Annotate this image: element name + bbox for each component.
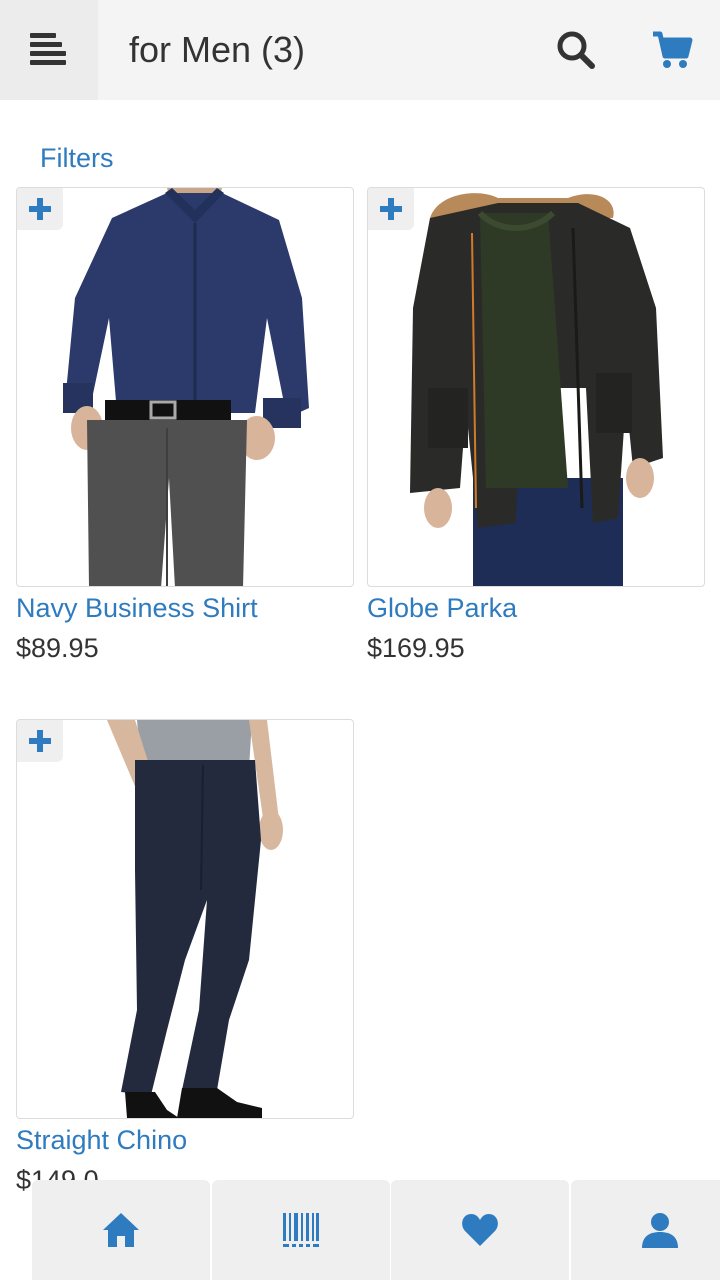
product-name[interactable]: Navy Business Shirt (16, 591, 354, 625)
filters-link[interactable]: Filters (40, 143, 114, 174)
barcode-icon (283, 1213, 319, 1247)
nav-wishlist[interactable] (391, 1180, 569, 1280)
shopping-cart-icon (653, 31, 693, 68)
product-image[interactable] (16, 719, 354, 1119)
cart-button[interactable] (650, 28, 694, 72)
product-name[interactable]: Globe Parka (367, 591, 705, 625)
plus-icon (29, 198, 51, 220)
product-card[interactable]: Globe Parka $169.95 (367, 187, 705, 665)
top-app-bar: for Men (3) (0, 0, 720, 100)
add-to-cart-button[interactable] (17, 720, 63, 762)
nav-account[interactable] (571, 1180, 720, 1280)
chino-photo (107, 720, 283, 1118)
product-price: $169.95 (367, 633, 465, 663)
plus-icon (380, 198, 402, 220)
product-image[interactable] (16, 187, 354, 587)
bottom-navigation (0, 1180, 720, 1280)
user-icon (642, 1213, 678, 1248)
shirt-photo (63, 188, 309, 586)
parka-photo (410, 193, 663, 586)
product-card[interactable]: Navy Business Shirt $89.95 (16, 187, 354, 665)
heart-icon (462, 1214, 498, 1246)
search-icon (557, 31, 595, 69)
plus-icon (29, 730, 51, 752)
home-icon (103, 1213, 139, 1247)
nav-home[interactable] (32, 1180, 210, 1280)
add-to-cart-button[interactable] (368, 188, 414, 230)
page-title: for Men (3) (129, 29, 306, 70)
search-button[interactable] (554, 28, 598, 72)
product-card[interactable]: Straight Chino $149.0 (16, 719, 354, 1197)
add-to-cart-button[interactable] (17, 188, 63, 230)
product-name[interactable]: Straight Chino (16, 1123, 354, 1157)
nav-scan[interactable] (212, 1180, 390, 1280)
menu-button[interactable] (0, 0, 98, 100)
hamburger-menu-icon (30, 33, 68, 67)
product-price: $89.95 (16, 633, 99, 663)
product-image[interactable] (367, 187, 705, 587)
